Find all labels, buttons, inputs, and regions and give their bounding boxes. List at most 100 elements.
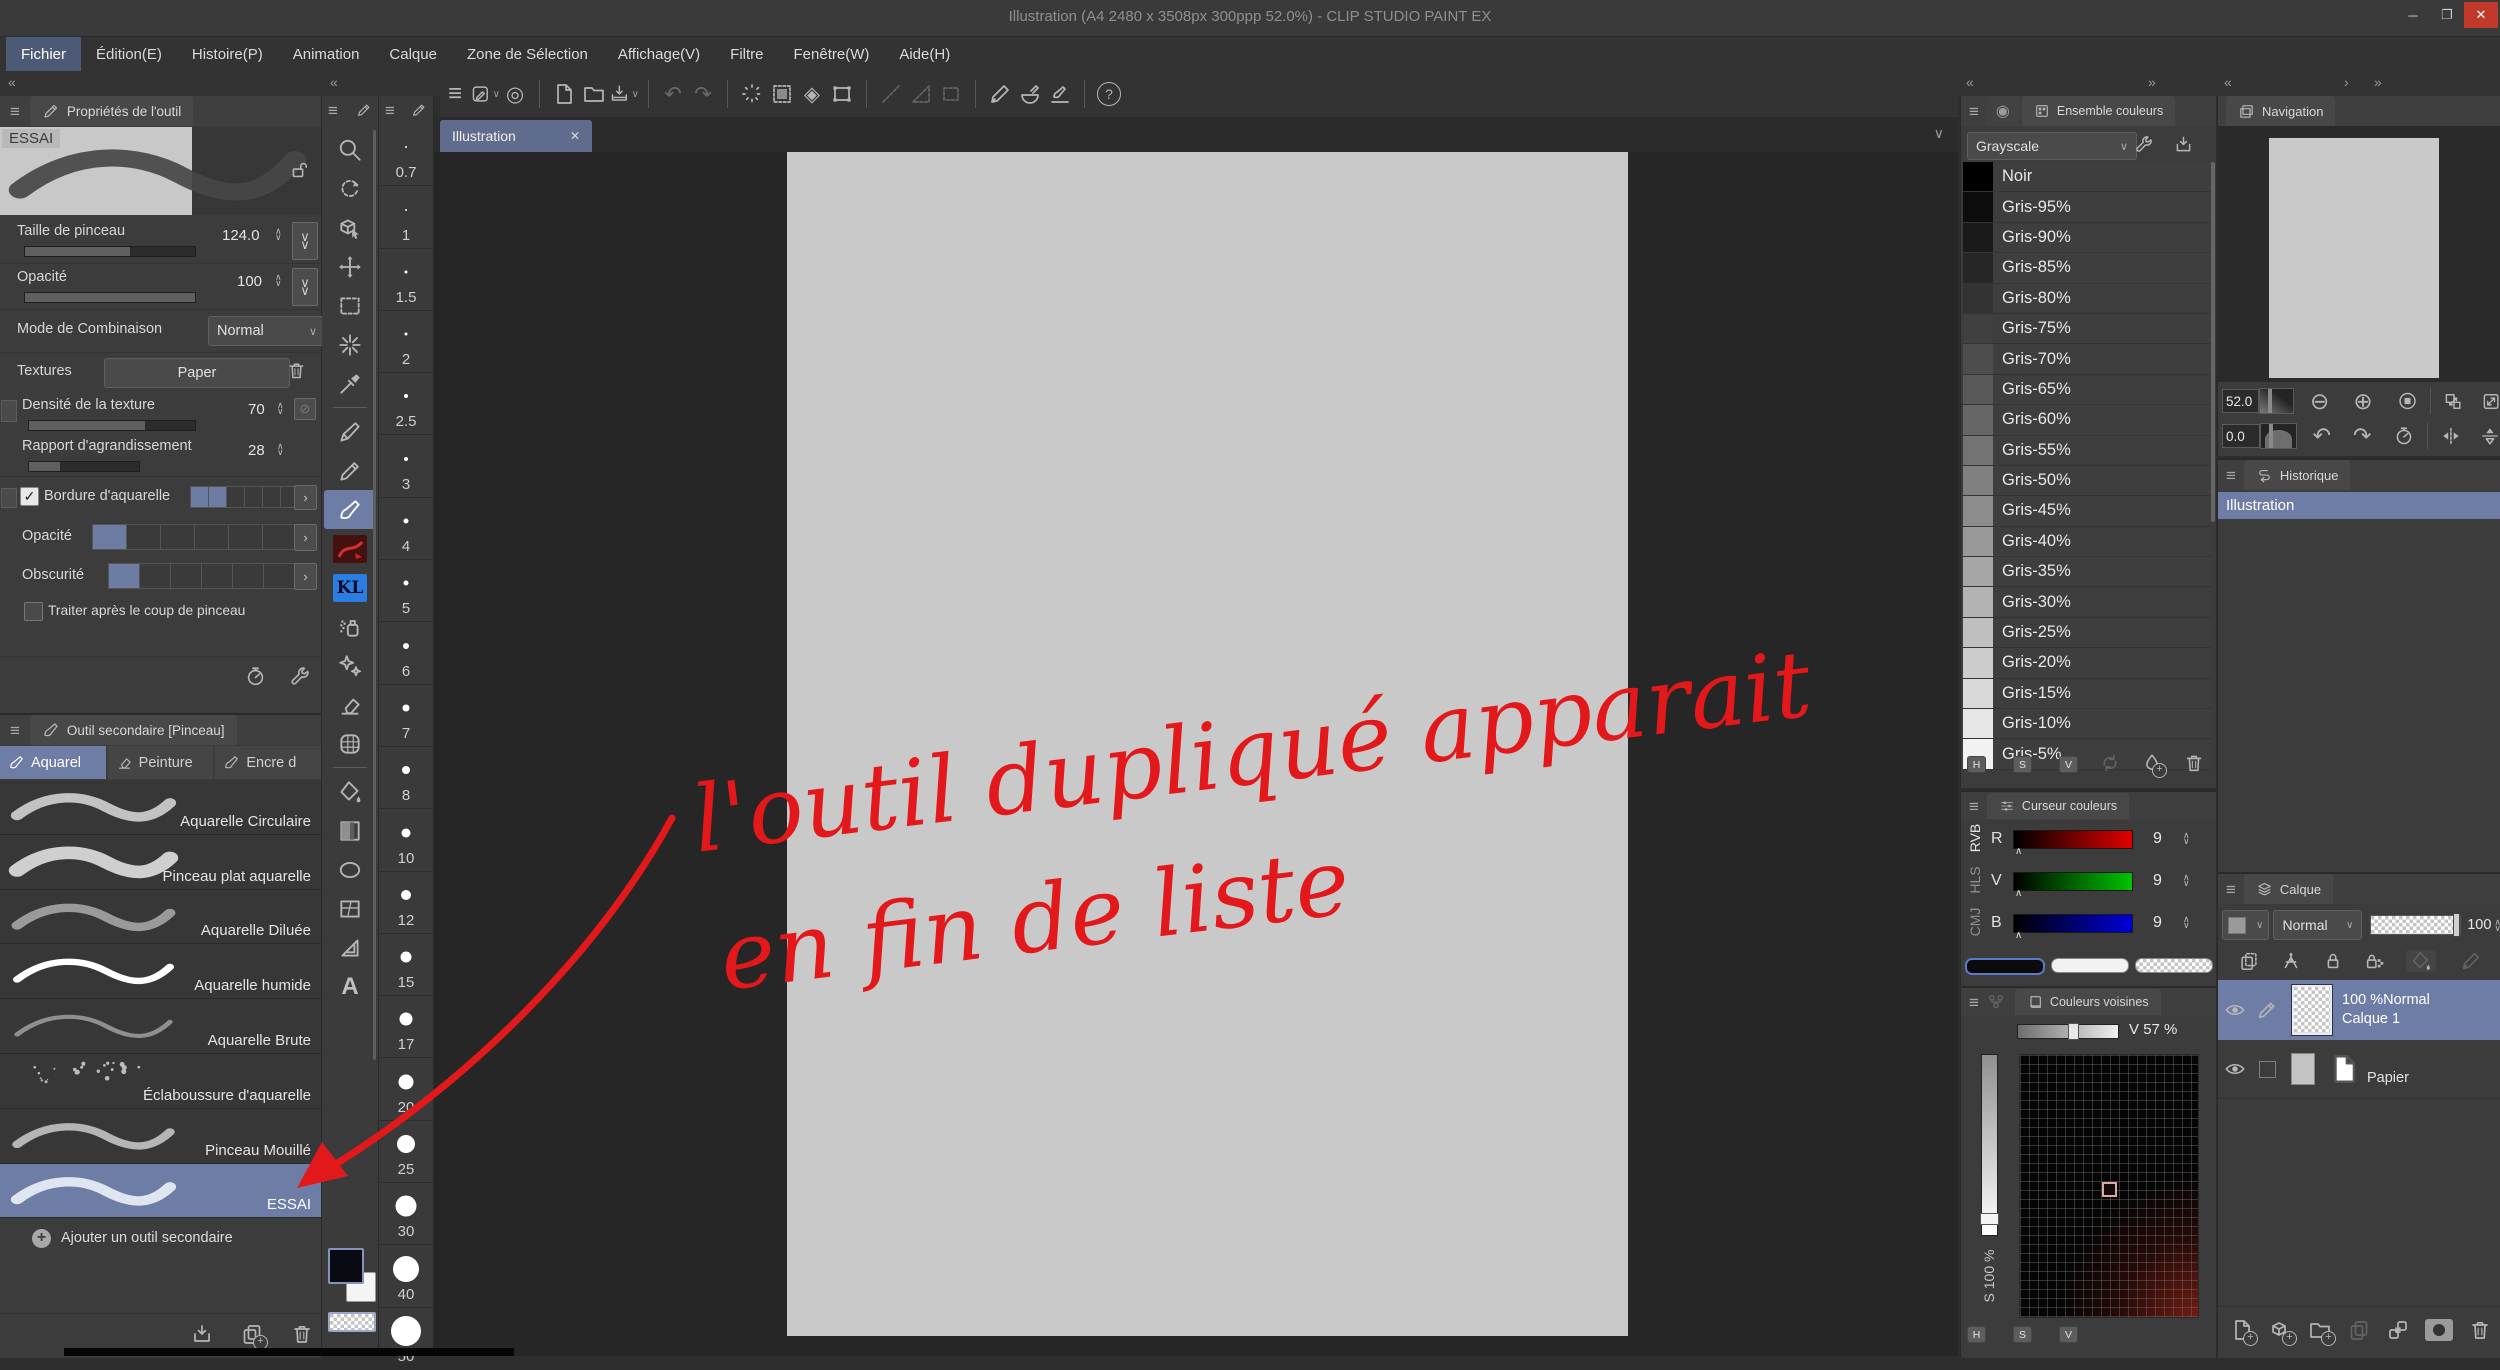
color-item-noir[interactable]: Noir [1963, 162, 2211, 192]
brush-size-17[interactable]: 17 [379, 996, 433, 1058]
tab-list-chevron-icon[interactable]: ∨ [1934, 125, 1944, 142]
close-button[interactable]: ✕ [2464, 2, 2498, 28]
layer-blend-select[interactable]: Normal ∨ [2273, 910, 2362, 940]
brush-item-pinceau-mouill-[interactable]: Pinceau Mouillé [0, 1109, 321, 1164]
panel-menu-icon[interactable]: ≡ [10, 103, 20, 120]
tab-history[interactable]: Historique [2244, 460, 2351, 490]
color-item-gris-80-[interactable]: Gris-80% [1963, 284, 2211, 314]
layer-color-swatch[interactable] [2291, 1053, 2315, 1085]
blend-tool[interactable] [324, 724, 376, 763]
layer-name[interactable]: Papier [2367, 1070, 2409, 1086]
panel-menu-icon[interactable]: ≡ [2226, 467, 2236, 484]
subtool-tab-1[interactable]: Peinture [108, 746, 214, 779]
tab-approx-colors[interactable]: Couleurs voisines [2015, 989, 2161, 1015]
channel-caret-icon[interactable]: ∧ [2015, 846, 2022, 857]
actual-size-icon[interactable] [2443, 390, 2463, 413]
magnification-slider[interactable] [28, 461, 140, 472]
lock-transparent-icon[interactable] [2364, 950, 2386, 972]
opacity-slider[interactable] [24, 292, 196, 303]
color-list-scrollbar[interactable] [2211, 162, 2215, 522]
brush-stroke-icon[interactable] [1045, 79, 1075, 109]
texture-density-slider[interactable] [28, 420, 196, 431]
color-item-gris-20-[interactable]: Gris-20% [1963, 648, 2211, 678]
rotate-value-field[interactable]: 0.0 [2222, 424, 2260, 448]
blend-mode-select[interactable]: Normal ∨ [208, 316, 326, 346]
new-file-icon[interactable] [549, 79, 579, 109]
canvas-viewport[interactable] [434, 152, 1958, 1356]
maximize-button[interactable]: ❐ [2430, 2, 2464, 28]
expand-handle[interactable] [1, 400, 17, 422]
correct-line-tool[interactable] [324, 928, 376, 967]
replace-color-icon[interactable] [2099, 752, 2121, 774]
brush-size-slider[interactable] [24, 246, 196, 257]
approx-color-grid[interactable] [2019, 1054, 2199, 1318]
post-process-checkbox[interactable] [24, 602, 43, 621]
new-material-layer-icon[interactable]: + [2269, 1318, 2293, 1342]
canvas-tab[interactable]: Illustration ✕ [440, 120, 592, 152]
custom-kl-tool[interactable]: KL [324, 568, 376, 607]
channel-value[interactable]: 9 [2153, 830, 2162, 848]
undo-icon[interactable]: ↶ [658, 79, 688, 109]
new-folder-icon[interactable]: + [2308, 1318, 2332, 1342]
edge-opacity-expand-button[interactable]: › [294, 524, 317, 551]
expand-c1-icon[interactable]: » [2148, 74, 2156, 90]
panel-menu-icon[interactable]: ≡ [10, 722, 20, 739]
tool-strip-scrollbar[interactable] [373, 130, 376, 1060]
layer-opacity-stepper[interactable]: ∧∨ [2494, 919, 2500, 931]
tab-layers[interactable]: Calque [2244, 874, 2333, 904]
merge-down-icon[interactable] [2386, 1318, 2410, 1342]
snap-grid-icon[interactable] [936, 79, 966, 109]
pen-tool[interactable] [324, 412, 376, 451]
brush-size-12[interactable]: 12 [379, 872, 433, 934]
edge-opacity-segments[interactable] [92, 524, 297, 550]
workspace-pen-icon[interactable]: ∨ [470, 79, 500, 109]
color-item-gris-30-[interactable]: Gris-30% [1963, 587, 2211, 617]
brush-size-6[interactable]: 6 [379, 622, 433, 684]
menu-item-3[interactable]: Animation [278, 37, 375, 71]
text-tool[interactable]: A [324, 967, 376, 1006]
color-item-gris-65-[interactable]: Gris-65% [1963, 375, 2211, 405]
menu-item-5[interactable]: Zone de Sélection [452, 37, 603, 71]
brush-item-aquarelle-brute[interactable]: Aquarelle Brute [0, 999, 321, 1054]
delete-color-icon[interactable] [2183, 752, 2205, 774]
layer-checkbox[interactable] [2259, 1061, 2276, 1078]
color-item-gris-25-[interactable]: Gris-25% [1963, 618, 2211, 648]
color-item-gris-95-[interactable]: Gris-95% [1963, 192, 2211, 222]
channel-value[interactable]: 9 [2153, 914, 2162, 932]
color-item-gris-70-[interactable]: Gris-70% [1963, 344, 2211, 374]
fill-icon[interactable]: ◈ [797, 79, 827, 109]
brush-size-value[interactable]: 124.0 [222, 227, 260, 244]
tab-intermediate-colors[interactable]: ◉ [1987, 96, 2019, 126]
brush-size-1[interactable]: 1 [379, 186, 433, 248]
brush-size-3[interactable]: 3 [379, 435, 433, 497]
canvas-page[interactable] [787, 152, 1628, 1336]
transparent-color-swatch[interactable] [328, 1312, 376, 1332]
minimize-button[interactable]: ─ [2396, 2, 2430, 28]
snap-special-ruler-icon[interactable] [906, 79, 936, 109]
channel-stepper[interactable]: ∧∨ [2183, 874, 2190, 886]
channel-caret-icon[interactable]: ∧ [2015, 930, 2022, 941]
zoom-value-field[interactable]: 52.0 [2222, 389, 2259, 413]
fit-screen-icon[interactable] [2481, 390, 2500, 413]
color-history-icon[interactable] [1987, 993, 2005, 1011]
channel-slider[interactable] [2013, 872, 2133, 891]
clip-studio-icon[interactable]: ◎ [500, 79, 530, 109]
subtool-tab-2[interactable]: Encre d [215, 746, 321, 779]
color-item-gris-35-[interactable]: Gris-35% [1963, 557, 2211, 587]
fill-tool[interactable] [324, 772, 376, 811]
slider-mode-cmj[interactable]: CMJ [1967, 902, 1983, 942]
subtool-tab-0[interactable]: Aquarel [0, 746, 106, 779]
color-set-chip-s[interactable]: S [2013, 756, 2032, 773]
collapse-c2-icon[interactable]: « [2224, 74, 2232, 90]
airbrush-tool[interactable] [324, 607, 376, 646]
brush-item-aquarelle-dilu-e[interactable]: Aquarelle Diluée [0, 890, 321, 945]
brush-size-7[interactable]: 7 [379, 685, 433, 747]
watercolor-edge-expand-button[interactable]: › [294, 485, 317, 510]
color-set-import-icon[interactable] [2173, 134, 2194, 155]
brush-size-30[interactable]: 30 [379, 1183, 433, 1245]
save-file-icon[interactable]: ∨ [609, 79, 639, 109]
color-item-gris-45-[interactable]: Gris-45% [1963, 496, 2211, 526]
brush-size-stepper[interactable]: ∧∨ [275, 228, 282, 240]
opacity-value[interactable]: 100 [237, 273, 262, 290]
rotate-view-tool[interactable] [324, 169, 376, 208]
